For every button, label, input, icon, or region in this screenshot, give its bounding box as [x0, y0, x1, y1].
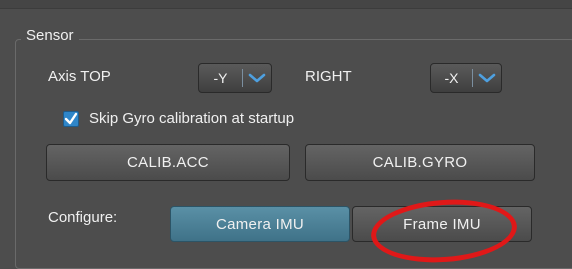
camera-imu-button[interactable]: Camera IMU: [170, 206, 350, 242]
chevron-down-icon[interactable]: [243, 73, 271, 83]
axis-top-dropdown[interactable]: -Y: [198, 63, 272, 93]
skip-gyro-checkbox[interactable]: [63, 111, 79, 127]
calib-acc-button[interactable]: CALIB.ACC: [46, 144, 290, 181]
axis-top-value: -Y: [213, 70, 228, 86]
configure-label: Configure:: [48, 209, 118, 226]
axis-top-label: Axis TOP: [48, 68, 111, 85]
right-label: RIGHT: [305, 68, 352, 85]
right-value: -X: [444, 70, 459, 86]
right-dropdown[interactable]: -X: [430, 63, 502, 93]
checkmark-icon: [64, 112, 78, 125]
calib-gyro-button[interactable]: CALIB.GYRO: [305, 144, 535, 181]
top-panel-edge: [0, 0, 572, 9]
skip-gyro-label: Skip Gyro calibration at startup: [89, 110, 295, 127]
chevron-down-icon[interactable]: [473, 73, 501, 83]
sensor-group-title: Sensor: [21, 27, 79, 44]
